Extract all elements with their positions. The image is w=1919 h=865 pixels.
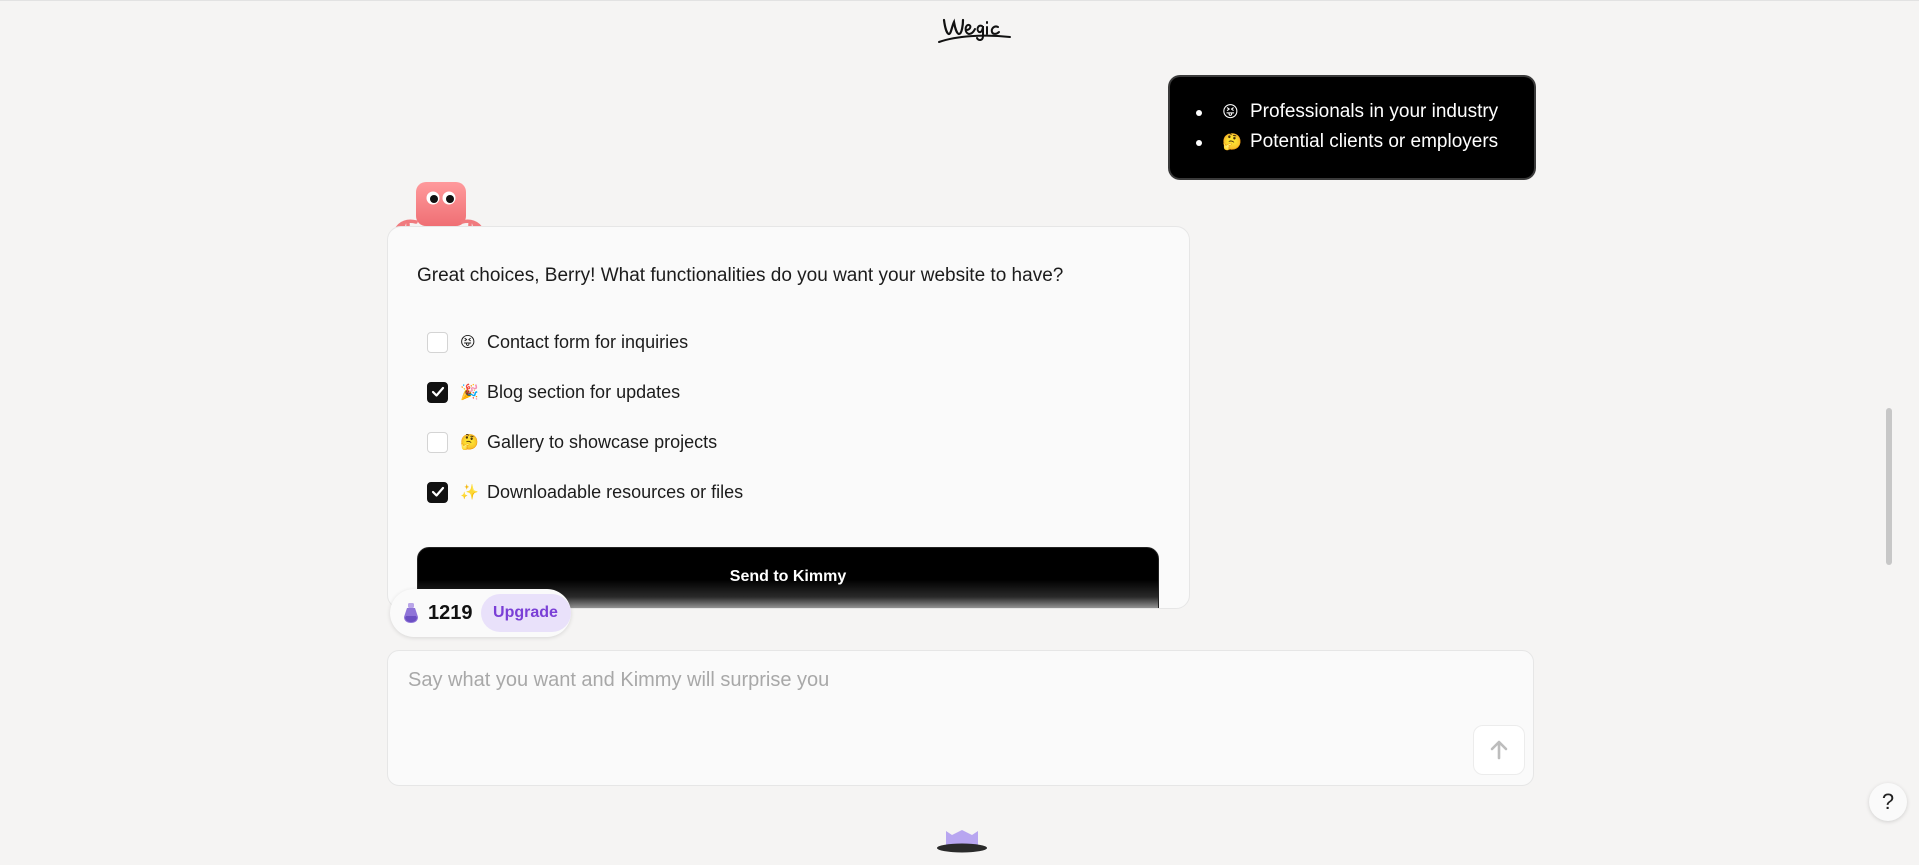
user-message-bubble: 😝 Professionals in your industry 🤔 Potenti…	[1170, 77, 1534, 178]
option-label: Contact form for inquiries	[487, 331, 689, 352]
option-gallery[interactable]: 🤔 Gallery to showcase projects	[427, 427, 717, 457]
potion-icon	[404, 603, 418, 623]
checkbox-blog-section[interactable]	[427, 381, 448, 403]
credit-count: 1219	[428, 601, 473, 624]
user-message-text: Professionals in your industry	[1250, 101, 1499, 122]
message-input[interactable]	[408, 669, 1448, 759]
chat-composer	[387, 650, 1534, 786]
checkbox-contact-form[interactable]	[427, 331, 448, 353]
help-button[interactable]: ?	[1869, 783, 1907, 821]
grinning-emoji-icon: 😝	[1222, 102, 1239, 121]
assistant-question: Great choices, Berry! What functionaliti…	[417, 265, 1064, 286]
option-downloadable-resources[interactable]: ✨ Downloadable resources or files	[427, 477, 743, 507]
party-popper-emoji-icon: 🎉	[460, 383, 479, 401]
user-message-item: 🤔 Potential clients or employers	[1196, 127, 1534, 157]
option-contact-form[interactable]: 😝 Contact form for inquiries	[427, 327, 688, 357]
thinking-emoji-icon: 🤔	[1222, 132, 1242, 151]
thinking-emoji-icon: 🤔	[460, 433, 479, 451]
user-message-item: 😝 Professionals in your industry	[1196, 97, 1534, 127]
page-scrollbar[interactable]	[1886, 408, 1892, 565]
user-message-text: Potential clients or employers	[1250, 131, 1499, 152]
wegic-logo[interactable]	[936, 8, 1014, 46]
upgrade-button[interactable]: Upgrade	[480, 594, 571, 632]
option-label: Gallery to showcase projects	[487, 431, 718, 452]
sparkles-emoji-icon: ✨	[460, 483, 479, 501]
checkbox-gallery[interactable]	[427, 431, 448, 453]
option-label: Downloadable resources or files	[487, 481, 744, 502]
send-message-button[interactable]	[1473, 725, 1525, 775]
user-message-list: 😝 Professionals in your industry 🤔 Potenti…	[1196, 97, 1534, 157]
top-divider	[0, 0, 1919, 1]
checkbox-downloadable-resources[interactable]	[427, 481, 448, 503]
option-label: Blog section for updates	[487, 381, 681, 402]
grinning-emoji-icon: 😝	[460, 333, 476, 351]
hat-icon	[937, 830, 987, 853]
option-blog-section[interactable]: 🎉 Blog section for updates	[427, 377, 680, 407]
assistant-message-card: Great choices, Berry! What functionaliti…	[387, 226, 1190, 609]
arrow-up-icon	[1490, 740, 1508, 760]
credits-pill: 1219 Upgrade	[390, 589, 571, 637]
